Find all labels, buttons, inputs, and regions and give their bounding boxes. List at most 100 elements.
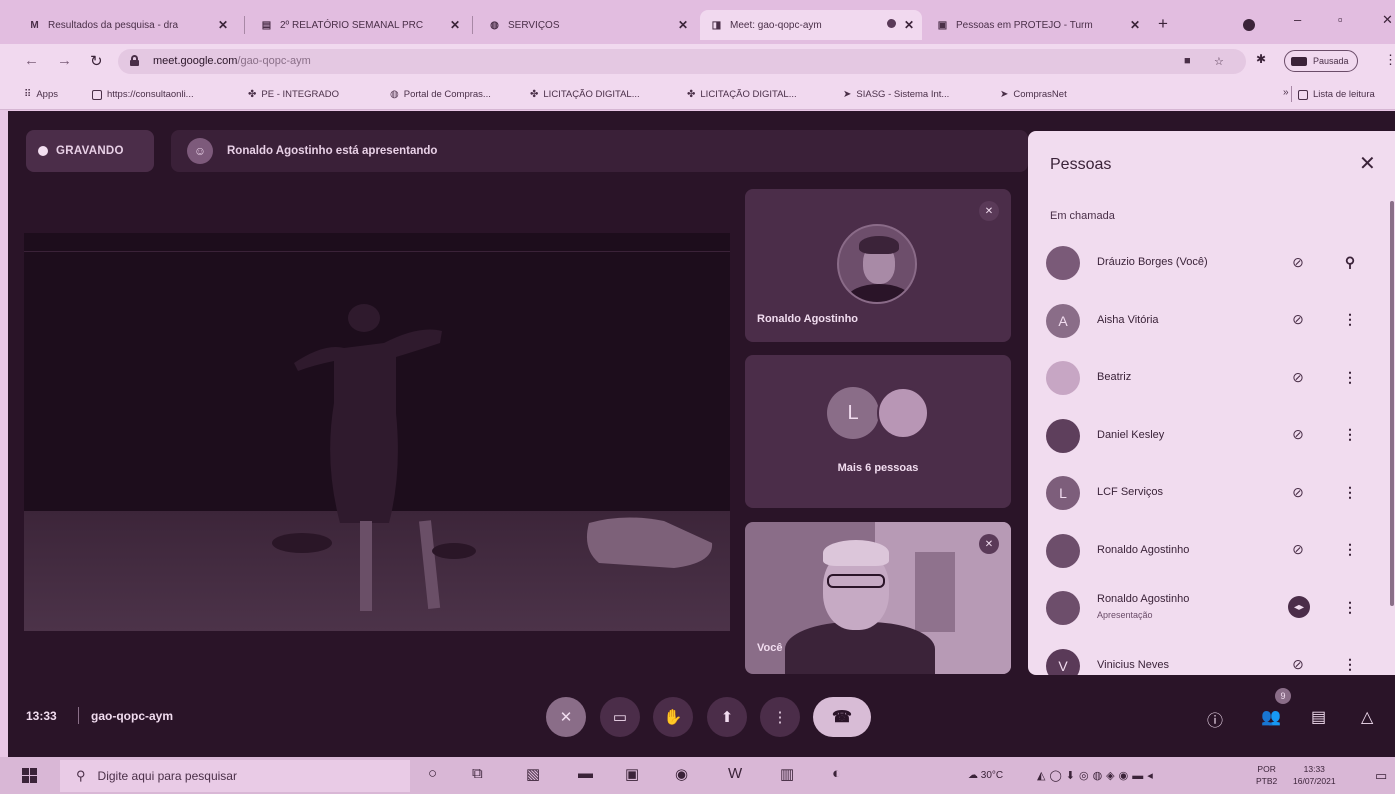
raise-hand-button[interactable]: ✋ bbox=[653, 697, 693, 737]
address-bar[interactable]: meet.google.com/gao-qopc-aym ■ ☆ bbox=[118, 49, 1246, 74]
tab-search-icon[interactable] bbox=[1243, 19, 1255, 31]
more-vert-icon[interactable]: ⋮ bbox=[1341, 482, 1359, 502]
camera-icon: ▭ bbox=[612, 709, 628, 726]
tab-close-icon[interactable]: ✕ bbox=[450, 18, 460, 32]
reload-icon[interactable]: ↻ bbox=[90, 52, 103, 70]
task-view-icon[interactable]: ⧉ bbox=[472, 765, 483, 782]
browser-menu-icon[interactable]: ⋮ bbox=[1384, 52, 1395, 68]
bookmark-star-icon[interactable]: ☆ bbox=[1214, 55, 1224, 68]
mic-muted-icon[interactable]: ⊘ bbox=[1288, 425, 1308, 445]
participant-row[interactable]: Dráuzio Borges (Você) ⊘ ⚲ bbox=[1028, 238, 1395, 288]
more-vert-icon[interactable]: ⋮ bbox=[1341, 540, 1359, 560]
minimize-icon[interactable]: – bbox=[1294, 12, 1301, 27]
end-call-button[interactable]: ☎ bbox=[813, 697, 871, 737]
bookmark-apps[interactable]: ⠿ Apps bbox=[24, 89, 58, 100]
mic-muted-icon[interactable]: ⊘ bbox=[1288, 655, 1308, 675]
taskbar-search-input[interactable]: ⚲ Digite aqui para pesquisar bbox=[60, 760, 410, 792]
word-icon[interactable]: W bbox=[728, 765, 742, 782]
tab-separator bbox=[472, 16, 473, 34]
mic-muted-icon[interactable]: ⊘ bbox=[1288, 367, 1308, 387]
people-panel: Pessoas ✕ Em chamada Dráuzio Borges (Voc… bbox=[1028, 131, 1395, 675]
tab-close-icon[interactable]: ✕ bbox=[1130, 18, 1140, 32]
participant-tile-more[interactable]: L Mais 6 pessoas bbox=[745, 355, 1011, 508]
more-vert-icon[interactable]: ⋮ bbox=[1341, 310, 1359, 330]
mic-toggle-button[interactable]: ✕ bbox=[546, 697, 586, 737]
globe-icon: ◍ bbox=[490, 19, 499, 31]
back-icon[interactable]: ← bbox=[24, 52, 39, 69]
mic-muted-icon[interactable]: ⊘ bbox=[1288, 540, 1308, 560]
activities-icon[interactable]: △ bbox=[1361, 707, 1373, 727]
tab-close-icon[interactable]: ✕ bbox=[678, 18, 688, 32]
profile-paused-button[interactable]: Pausada bbox=[1284, 50, 1358, 72]
language-indicator[interactable]: POR PTB2 bbox=[1256, 763, 1277, 787]
taskbar-clock[interactable]: 13:33 16/07/2021 bbox=[1293, 763, 1336, 787]
maximize-icon[interactable]: ▫ bbox=[1338, 12, 1343, 27]
more-bookmarks-icon[interactable]: » bbox=[1283, 87, 1289, 98]
system-tray-icons[interactable]: ◭◯⬇◎◍◈◉▬◂ bbox=[1037, 769, 1157, 782]
close-icon[interactable]: ✕ bbox=[1359, 151, 1376, 176]
mic-muted-icon[interactable]: ⊘ bbox=[1288, 310, 1308, 330]
tab-close-icon[interactable]: ✕ bbox=[218, 18, 228, 32]
file-explorer-icon[interactable]: ▬ bbox=[578, 765, 593, 782]
bookmark-divider bbox=[1291, 86, 1292, 102]
windows-taskbar: ⚲ Digite aqui para pesquisar ○ ⧉ ▧ ▬ ▣ ◉… bbox=[0, 757, 1395, 794]
participant-row[interactable]: V Vinicius Neves ⊘ ⋮ bbox=[1028, 641, 1395, 675]
bookmark-licitacao-1[interactable]: ✤ LICITAÇÃO DIGITAL... bbox=[530, 89, 640, 100]
participant-row[interactable]: Ronaldo Agostinho ⊘ ⋮ bbox=[1028, 526, 1395, 576]
chrome-icon[interactable]: ◉ bbox=[675, 765, 688, 783]
more-vert-icon[interactable]: ⋮ bbox=[1341, 367, 1359, 387]
mic-muted-icon[interactable]: ⊘ bbox=[1288, 252, 1308, 272]
bookmark-portal-compras[interactable]: ◍ Portal de Compras... bbox=[390, 89, 491, 100]
bookmark-consulta[interactable]: https://consultaonli... bbox=[92, 89, 194, 100]
browser-tab-servicos[interactable]: ◍ SERVIÇOS ✕ bbox=[478, 10, 696, 40]
participant-row[interactable]: Ronaldo Agostinho Apresentação ◂▸ ⋮ bbox=[1028, 583, 1395, 633]
bookmark-comprasnet[interactable]: ➤ ComprasNet bbox=[1000, 89, 1067, 100]
pin-icon[interactable]: ⚲ bbox=[1341, 252, 1359, 272]
camera-in-use-icon[interactable]: ■ bbox=[1184, 55, 1191, 67]
weather-widget[interactable]: ☁ 30°C bbox=[968, 770, 1003, 781]
browser-app-icon[interactable]: ◐ bbox=[832, 765, 841, 782]
browser-tab-report[interactable]: ▤ 2º RELATÓRIO SEMANAL PRC ✕ bbox=[250, 10, 468, 40]
participant-row[interactable]: A Aisha Vitória ⊘ ⋮ bbox=[1028, 296, 1395, 346]
calculator-icon[interactable]: ▥ bbox=[780, 765, 794, 783]
screenshot-app-icon[interactable]: ▣ bbox=[625, 765, 639, 783]
more-vert-icon[interactable]: ⋮ bbox=[1341, 425, 1359, 445]
profile-avatar-icon bbox=[1291, 56, 1307, 66]
mic-muted-icon[interactable]: ⊘ bbox=[1288, 482, 1308, 502]
people-icon[interactable]: 👥 bbox=[1261, 707, 1281, 727]
chat-icon[interactable]: ▤ bbox=[1311, 707, 1326, 727]
browser-tab-meet[interactable]: ◨ Meet: gao-qopc-aym ✕ bbox=[700, 10, 922, 40]
avatar bbox=[1046, 361, 1080, 395]
tab-title: 2º RELATÓRIO SEMANAL PRC bbox=[280, 19, 424, 31]
reading-list[interactable]: Lista de leitura bbox=[1298, 89, 1375, 100]
close-window-icon[interactable]: ✕ bbox=[1382, 12, 1393, 28]
participant-row[interactable]: Daniel Kesley ⊘ ⋮ bbox=[1028, 411, 1395, 461]
forward-icon[interactable]: → bbox=[57, 52, 72, 69]
camera-toggle-button[interactable]: ▭ bbox=[600, 697, 640, 737]
present-button[interactable]: ⬆ bbox=[707, 697, 747, 737]
photos-icon[interactable]: ▧ bbox=[526, 765, 540, 783]
more-vert-icon[interactable]: ⋮ bbox=[1341, 655, 1359, 675]
avatar bbox=[877, 387, 929, 439]
cortana-icon[interactable]: ○ bbox=[428, 765, 437, 782]
presenting-audio-icon[interactable]: ◂▸ bbox=[1288, 596, 1310, 618]
browser-tab-people[interactable]: ▣ Pessoas em PROTEJO - Turm ✕ bbox=[926, 10, 1148, 40]
tab-close-icon[interactable]: ✕ bbox=[904, 18, 914, 32]
recording-indicator[interactable]: GRAVANDO bbox=[26, 130, 154, 172]
bookmark-siasg[interactable]: ➤ SIASG - Sistema Int... bbox=[843, 89, 949, 100]
avatar: L bbox=[827, 387, 879, 439]
windows-start-icon[interactable] bbox=[22, 768, 37, 783]
more-options-button[interactable]: ⋮ bbox=[760, 697, 800, 737]
more-vert-icon[interactable]: ⋮ bbox=[1341, 597, 1359, 617]
participant-tile-ronaldo[interactable]: ✕ Ronaldo Agostinho bbox=[745, 189, 1011, 342]
extensions-icon[interactable]: ✱ bbox=[1256, 52, 1266, 66]
info-icon[interactable]: ⓘ bbox=[1207, 707, 1223, 731]
bookmark-pe-integrado[interactable]: ✤ PE - INTEGRADO bbox=[248, 89, 339, 100]
notifications-icon[interactable]: ▭ bbox=[1375, 768, 1387, 784]
participant-row[interactable]: L LCF Serviços ⊘ ⋮ bbox=[1028, 468, 1395, 518]
browser-tab-gmail[interactable]: M Resultados da pesquisa - dra ✕ bbox=[18, 10, 236, 40]
new-tab-icon[interactable]: + bbox=[1158, 14, 1168, 34]
self-video-tile[interactable]: ✕ Você bbox=[745, 522, 1011, 674]
participant-row[interactable]: Beatriz ⊘ ⋮ bbox=[1028, 353, 1395, 403]
bookmark-licitacao-2[interactable]: ✤ LICITAÇÃO DIGITAL... bbox=[687, 89, 797, 100]
